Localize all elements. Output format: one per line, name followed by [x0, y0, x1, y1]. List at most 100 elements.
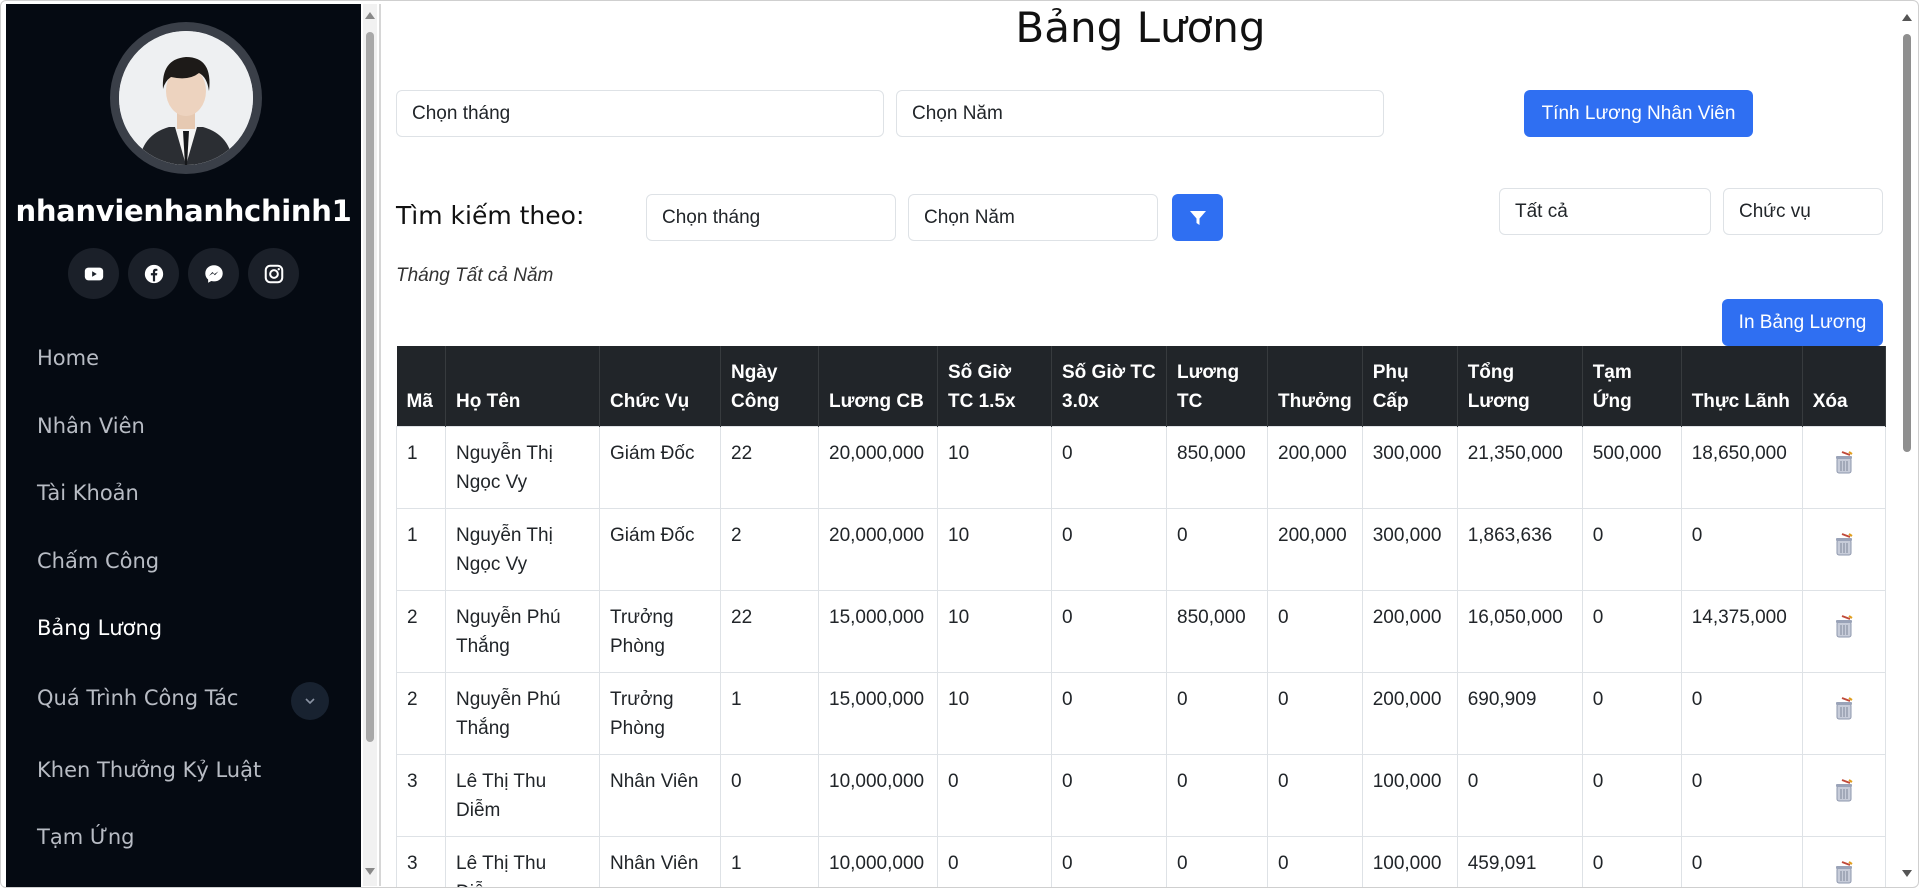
cell-tam-ung: 500,000	[1581, 426, 1682, 509]
filter-icon	[1189, 210, 1206, 225]
delete-cell	[1801, 426, 1886, 509]
delete-icon[interactable]	[1833, 615, 1855, 648]
cell-ma: 3	[396, 836, 446, 887]
table-body: 1 Nguyễn Thị Ngọc Vy Giám Đốc 22 20,000,000 1…	[396, 426, 1886, 887]
cell-so-gio-tc-30: 0	[1051, 590, 1167, 673]
calc-year-select[interactable]: Chọn Năm	[896, 90, 1384, 137]
cell-ho-ten: Lê Thị Thu Diễm	[445, 836, 600, 887]
cell-so-gio-tc-15: 10	[937, 672, 1052, 755]
calculate-salary-button[interactable]: Tính Lương Nhân Viên	[1524, 90, 1753, 137]
cell-phu-cap: 300,000	[1361, 508, 1458, 591]
cell-ho-ten: Nguyễn Phú Thắng	[445, 672, 600, 755]
sidebar-item-bang-luong[interactable]: Bảng Lương	[37, 616, 162, 640]
col-header-ma[interactable]: Mã	[396, 346, 446, 427]
cell-luong-tc: 0	[1166, 836, 1268, 887]
search-label: Tìm kiếm theo:	[396, 201, 585, 230]
social-links	[68, 248, 299, 300]
avatar	[119, 31, 253, 165]
col-header-phu-cap[interactable]: Phụ Cấp	[1362, 346, 1458, 427]
col-header-ngay-cong[interactable]: Ngày Công	[720, 346, 819, 427]
submenu-toggle[interactable]	[291, 682, 329, 720]
scroll-down-arrow-icon[interactable]	[1902, 870, 1912, 877]
sidebar-item-tam-ung[interactable]: Tạm Ứng	[37, 825, 134, 849]
main-content: Bảng Lương Chọn tháng Chọn Năm Tính Lươn…	[382, 1, 1899, 887]
youtube-icon[interactable]	[68, 248, 119, 299]
month-caption: Tháng Tất cả Năm	[396, 265, 554, 286]
all-filter-select[interactable]: Tất cả	[1499, 188, 1711, 235]
cell-ma: 2	[396, 672, 446, 755]
app-window: nhanvienhanhchinh1 Home Nhân Viên Tài Kh…	[0, 0, 1919, 888]
col-header-thuc-lanh[interactable]: Thực Lãnh	[1681, 346, 1803, 427]
divider	[379, 4, 381, 886]
cell-phu-cap: 200,000	[1361, 590, 1458, 673]
sidebar-scrollbar[interactable]	[363, 4, 377, 886]
cell-tam-ung: 0	[1581, 754, 1682, 837]
sidebar-item-nhan-vien[interactable]: Nhân Viên	[37, 414, 145, 438]
main-scrollbar[interactable]	[1900, 4, 1914, 886]
sidebar-item-cham-cong[interactable]: Chấm Công	[37, 549, 159, 573]
cell-ho-ten: Nguyễn Thị Ngọc Vy	[445, 426, 600, 509]
facebook-icon[interactable]	[128, 248, 179, 299]
sidebar-item-home[interactable]: Home	[37, 346, 99, 370]
table-row: 2 Nguyễn Phú Thắng Trưởng Phòng 22 15,000,00…	[396, 590, 1886, 673]
col-header-thuong[interactable]: Thưởng	[1267, 346, 1363, 427]
cell-ngay-cong: 1	[720, 836, 819, 887]
print-payroll-button[interactable]: In Bảng Lương	[1722, 299, 1883, 346]
cell-so-gio-tc-30: 0	[1051, 672, 1167, 755]
delete-cell	[1801, 836, 1886, 887]
instagram-icon[interactable]	[248, 248, 299, 299]
cell-ma: 1	[396, 426, 446, 509]
position-filter-select[interactable]: Chức vụ	[1723, 188, 1883, 235]
col-header-tam-ung[interactable]: Tạm Ứng	[1582, 346, 1682, 427]
cell-luong-cb: 20,000,000	[818, 508, 938, 591]
scroll-down-arrow-icon[interactable]	[365, 868, 375, 875]
cell-tam-ung: 0	[1581, 590, 1682, 673]
cell-ngay-cong: 22	[720, 590, 819, 673]
cell-thuong: 0	[1267, 836, 1363, 887]
delete-icon[interactable]	[1833, 861, 1855, 887]
table-header: Mã Họ Tên Chức Vụ Ngày Công Lương CB Số …	[396, 346, 1886, 427]
delete-cell	[1801, 754, 1886, 837]
cell-ho-ten: Nguyễn Thị Ngọc Vy	[445, 508, 600, 591]
col-header-luong-tc[interactable]: Lương TC	[1166, 346, 1268, 427]
col-header-so-gio-tc-15[interactable]: Số Giờ TC 1.5x	[937, 346, 1052, 427]
search-month-select[interactable]: Chọn tháng	[646, 194, 896, 241]
sidebar-item-khen-thuong-ky-luat[interactable]: Khen Thưởng Kỷ Luật	[37, 758, 261, 782]
cell-tam-ung: 0	[1581, 508, 1682, 591]
sidebar-scroll-thumb[interactable]	[366, 32, 374, 742]
col-header-so-gio-tc-30[interactable]: Số Giờ TC 3.0x	[1051, 346, 1167, 427]
scroll-up-arrow-icon[interactable]	[1902, 14, 1912, 21]
cell-phu-cap: 100,000	[1361, 836, 1458, 887]
col-header-chuc-vu[interactable]: Chức Vụ	[599, 346, 721, 427]
avatar-photo	[119, 31, 253, 165]
sidebar: nhanvienhanhchinh1 Home Nhân Viên Tài Kh…	[6, 4, 361, 887]
delete-icon[interactable]	[1833, 451, 1855, 484]
cell-luong-cb: 10,000,000	[818, 754, 938, 837]
cell-tam-ung: 0	[1581, 672, 1682, 755]
cell-phu-cap: 100,000	[1361, 754, 1458, 837]
filter-button[interactable]	[1172, 194, 1223, 241]
cell-tong-luong: 16,050,000	[1456, 590, 1583, 673]
cell-tong-luong: 1,863,636	[1456, 508, 1583, 591]
cell-thuc-lanh: 0	[1680, 508, 1803, 591]
col-header-luong-cb[interactable]: Lương CB	[818, 346, 938, 427]
cell-ma: 2	[396, 590, 446, 673]
delete-icon[interactable]	[1833, 779, 1855, 812]
messenger-icon[interactable]	[188, 248, 239, 299]
cell-chuc-vu: Giám Đốc	[599, 508, 721, 591]
table-row: 2 Nguyễn Phú Thắng Trưởng Phòng 1 15,000,000…	[396, 672, 1886, 755]
search-year-select[interactable]: Chọn Năm	[908, 194, 1158, 241]
delete-icon[interactable]	[1833, 533, 1855, 566]
calc-month-select[interactable]: Chọn tháng	[396, 90, 884, 137]
table-row: 3Lê Thị Thu DiễmNhân Viên110,000,0000000…	[396, 836, 1886, 887]
main-scroll-thumb[interactable]	[1903, 34, 1911, 452]
sidebar-item-qua-trinh-cong-tac[interactable]: Quá Trình Công Tác	[37, 686, 238, 710]
scroll-up-arrow-icon[interactable]	[365, 12, 375, 19]
table-row: 1 Nguyễn Thị Ngọc Vy Giám Đốc 2 20,000,000 10…	[396, 508, 1886, 591]
cell-thuc-lanh: 18,650,000	[1680, 426, 1803, 509]
cell-luong-tc: 0	[1166, 672, 1268, 755]
sidebar-item-tai-khoan[interactable]: Tài Khoản	[37, 481, 139, 505]
delete-icon[interactable]	[1833, 697, 1855, 730]
col-header-ho-ten[interactable]: Họ Tên	[445, 346, 600, 427]
col-header-tong-luong[interactable]: Tổng Lương	[1457, 346, 1583, 427]
